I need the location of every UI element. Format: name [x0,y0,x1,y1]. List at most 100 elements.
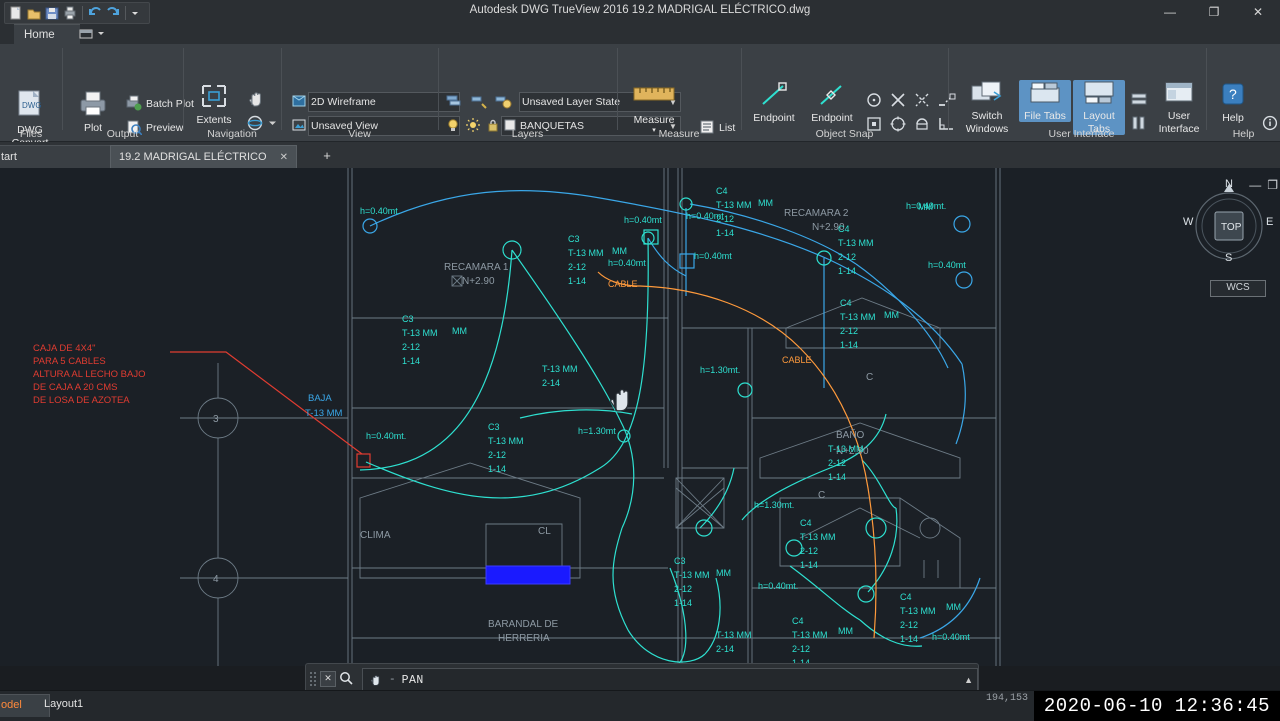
circuit-tag: C3 T-13 MM 2-12 1-14 [674,556,710,608]
ribbon-tab-extra[interactable] [78,24,105,44]
svg-text:T-13 MM: T-13 MM [568,248,604,258]
svg-text:PARA 5 CABLES: PARA 5 CABLES [33,356,106,367]
circuit-tag: T-13 MM 2-12 1-14 [828,444,864,482]
search-icon[interactable] [338,671,354,688]
svg-text:2-14: 2-14 [716,644,734,654]
height-tag: h=0.40mt [624,215,662,225]
visual-style-icon [291,93,307,112]
svg-text:T-13 MM: T-13 MM [900,606,936,616]
view-cube[interactable]: TOP N S W E [1183,178,1273,266]
window-title: Autodesk DWG TrueView 2016 19.2 MADRIGAL… [469,4,811,16]
svg-text:1-14: 1-14 [800,560,818,570]
file-tabs-button[interactable]: File Tabs [1019,80,1071,122]
layer-properties-button[interactable] [442,92,466,112]
height-tag: h=0.40mt [694,251,732,261]
svg-text:C4: C4 [840,298,852,308]
height-tag: h=0.40mt [608,258,646,268]
layer-state-value: Unsaved Layer State [522,96,621,108]
circuit-tag: C4T-13 MM2-121-14 [840,298,876,350]
command-input[interactable]: - PAN ▲ [362,668,978,692]
user-interface-button[interactable]: User Interface [1151,80,1207,135]
layer-off-button[interactable] [491,92,515,112]
layout-tabs-icon [1083,80,1115,109]
label-mm: MM [716,568,731,578]
measure-icon [632,80,676,113]
layer-isolate-icon [470,92,488,113]
maximize-button[interactable]: ❐ [1192,0,1236,24]
ribbon-panel-icon [79,29,93,39]
pan-hand-cursor [608,383,638,418]
apparent-intersection-snap-button[interactable] [910,90,934,110]
panel-output-label: Output [106,128,139,140]
svg-text:1-14: 1-14 [488,464,506,474]
label-cl: CL [538,526,551,537]
svg-text:DE CAJA A 20 CMS: DE CAJA A 20 CMS [33,382,117,393]
status-bar: odel Layout1 194,153 , 77,035, 0,0000 20… [0,690,1280,721]
command-prompt-dash: - [389,674,396,686]
circuit-tag: C4T-13 MM2-121-14 [792,616,828,666]
svg-text:1-14: 1-14 [568,276,586,286]
wcs-selector[interactable]: WCS [1210,280,1266,297]
drawing-canvas[interactable]: .g{stroke:#9aa6b0;fill:none;stroke-width… [0,168,1280,666]
circuit-tag: C3 T-13 MM 2-12 1-14 [402,314,438,366]
circuit-tag: C3 T-13 MM 2-12 1-14 [568,234,604,286]
panel-object-snap: Endpoint Endpoint Object Snap [742,44,956,156]
viewcube-west-label: W [1183,216,1194,228]
svg-text:DE LOSA DE AZOTEA: DE LOSA DE AZOTEA [33,395,130,406]
circuit-tag: T-13 MM 2-14 [716,630,752,654]
svg-text:C4: C4 [800,518,812,528]
measure-label: Measure [633,114,675,126]
command-close-button[interactable]: ✕ [320,671,336,687]
toolbars-button[interactable] [1127,90,1151,110]
application-window: Autodesk DWG TrueView 2016 19.2 MADRIGAL… [0,0,1280,721]
axis-label-4: 4 [213,574,219,585]
svg-text:2-12: 2-12 [828,458,846,468]
panel-object-snap-label: Object Snap [815,128,874,140]
intersection-snap-button[interactable] [886,90,910,110]
label-mm: MM [452,326,467,336]
circuit-tag: C3 T-13 MM 2-12 1-14 [488,422,524,474]
endpoint-snap-button[interactable]: Endpoint [746,82,802,124]
ribbon: DWG DWG Convert Files Plot Batch Plot [0,44,1280,159]
svg-text:1-14: 1-14 [838,266,856,276]
svg-text:2-12: 2-12 [488,450,506,460]
new-file-tab-button[interactable]: + [310,145,344,168]
start-tab[interactable]: tart [0,145,115,169]
circuit-tag: C4T-13 MM2-121-14 [800,518,836,570]
layout-tabs-button[interactable]: Layout Tabs [1073,80,1125,135]
height-tag: h=0.40mt. [366,431,406,441]
layout1-tab[interactable]: Layout1 [36,694,91,716]
midpoint-snap-button[interactable]: Endpoint [804,82,860,124]
pan-button[interactable] [242,90,268,110]
close-icon[interactable]: ✕ [280,152,288,163]
midpoint-snap-label: Endpoint [811,112,853,124]
command-history-caret[interactable]: ▲ [964,675,973,685]
svg-text:C3: C3 [402,314,414,324]
center-snap-icon [867,93,881,107]
svg-text:T-13 MM: T-13 MM [828,444,864,454]
panel-view-label: View [348,128,371,140]
help-button[interactable]: ? Help [1207,82,1259,124]
panel-user-interface: Switch Windows File Tabs Layout Tabs Use… [949,44,1214,141]
command-window-grip[interactable] [309,670,317,688]
layer-properties-icon [445,92,463,113]
window-controls: — ❐ ✕ [1148,0,1280,24]
label-cable-2: CABLE [782,355,812,365]
minimize-button[interactable]: — [1148,0,1192,24]
layer-isolate-button[interactable] [467,92,491,112]
close-button[interactable]: ✕ [1236,0,1280,24]
measure-button[interactable]: Measure ▾ [628,80,680,134]
svg-text:C4: C4 [838,224,850,234]
label-t13mm-baja: T-13 MM [305,408,343,419]
svg-text:T-13 MM: T-13 MM [542,364,578,374]
switch-windows-button[interactable]: Switch Windows [957,80,1017,135]
tab-home[interactable]: Home [14,24,80,45]
zoom-extents-button[interactable]: Extents [188,82,240,126]
label-mm: MM [918,202,933,212]
panel-view: 2D Wireframe ▼ Unsaved View ▼ Named View… [282,44,460,159]
center-snap-button[interactable] [862,90,886,110]
application-menu-button[interactable] [0,24,14,44]
circuit-tag: T-13 MM 2-14 [542,364,578,388]
panel-output: Plot Batch Plot Preview Output [63,44,194,141]
file-tab-madrigal[interactable]: 19.2 MADRIGAL ELÉCTRICO ✕ [110,145,297,169]
